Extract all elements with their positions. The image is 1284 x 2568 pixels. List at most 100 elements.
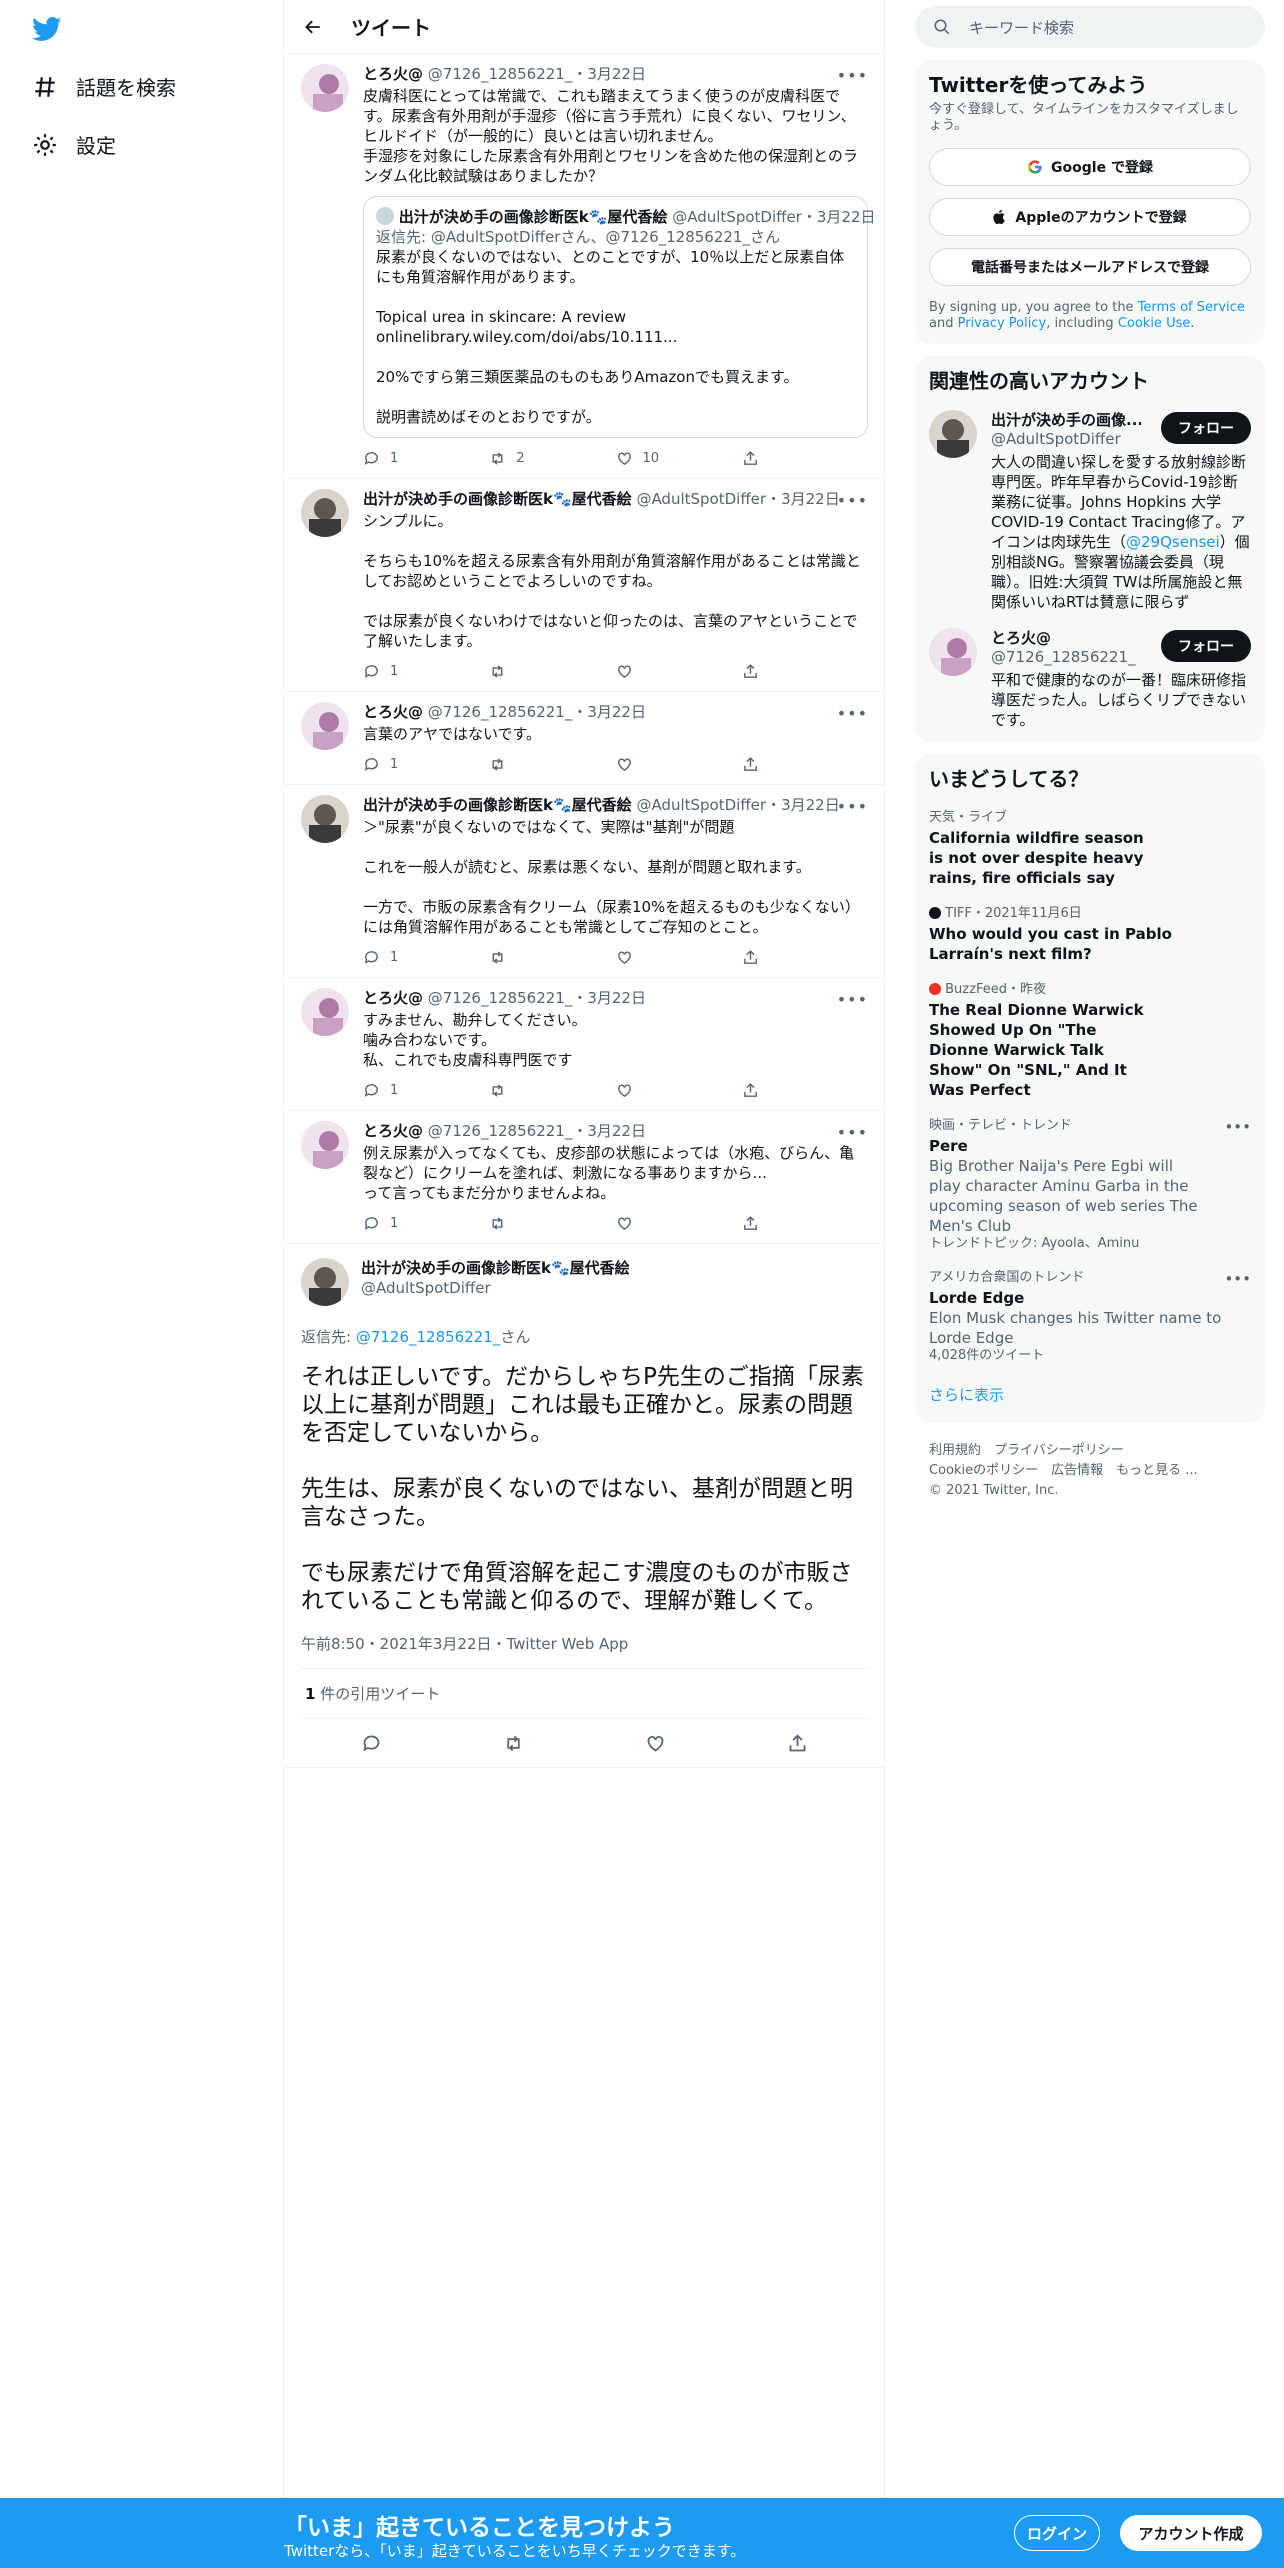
trend-item[interactable]: TIFF・2021年11月6日 Who would you cast in Pa… — [929, 906, 1251, 964]
google-signup-button[interactable]: Google で登録 — [929, 148, 1251, 186]
footer-links-1[interactable]: 利用規約 プライバシーポリシー — [929, 1441, 1265, 1461]
account-card[interactable]: 出汁が決め手の画像... @AdultSpotDiffer フォロー 大人の間違… — [929, 410, 1251, 612]
retweet-icon[interactable] — [503, 1733, 524, 1754]
tweet-date[interactable]: 3月22日 — [781, 490, 840, 508]
author-handle[interactable]: @7126_12856221_ — [428, 989, 573, 1007]
tweet[interactable]: とろ火@ @7126_12856221_・3月22日 ••• 言葉のアヤではない… — [285, 692, 884, 785]
author-name[interactable]: 出汁が決め手の画像診断医k🐾屋代香絵 — [363, 796, 632, 814]
reply-icon[interactable] — [361, 1733, 382, 1754]
like-button[interactable] — [616, 663, 742, 680]
reply-button[interactable]: 1 — [363, 756, 489, 773]
reply-button[interactable]: 1 — [363, 450, 489, 467]
trend-item[interactable]: 天気・ライブ California wildfire season is not… — [929, 810, 1251, 888]
retweet-button[interactable] — [489, 949, 615, 966]
twitter-logo-icon[interactable] — [32, 14, 62, 44]
avatar[interactable] — [301, 795, 349, 843]
follow-button[interactable]: フォロー — [1161, 412, 1251, 444]
avatar[interactable] — [301, 1121, 349, 1169]
share-button[interactable] — [742, 949, 868, 966]
share-button[interactable] — [742, 756, 868, 773]
tweet[interactable]: とろ火@ @7126_12856221_・3月22日 ••• 皮膚科医にとっては… — [285, 54, 884, 479]
reply-button[interactable]: 1 — [363, 1082, 489, 1099]
avatar[interactable] — [929, 628, 977, 676]
tweet-date[interactable]: 3月22日 — [587, 989, 646, 1007]
tweet-date[interactable]: 3月22日 — [587, 703, 646, 721]
share-icon[interactable] — [787, 1733, 808, 1754]
tweet[interactable]: とろ火@ @7126_12856221_・3月22日 ••• 例え尿素が入ってな… — [285, 1111, 884, 1244]
nav-settings[interactable]: 設定 — [32, 130, 116, 159]
like-button[interactable] — [616, 1215, 742, 1232]
author-name[interactable]: 出汁が決め手の画像診断医k🐾屋代香絵 — [361, 1258, 868, 1278]
avatar[interactable] — [301, 988, 349, 1036]
retweet-button[interactable] — [489, 1215, 615, 1232]
author-handle[interactable]: @AdultSpotDiffer — [636, 490, 766, 508]
back-arrow-icon[interactable] — [303, 17, 323, 37]
like-button[interactable] — [616, 949, 742, 966]
account-name[interactable]: 出汁が決め手の画像... — [991, 410, 1141, 430]
terms-link[interactable]: Terms of Service — [1138, 300, 1245, 315]
cookie-link[interactable]: Cookie Use — [1118, 316, 1191, 331]
avatar[interactable] — [301, 702, 349, 750]
more-icon[interactable]: ••• — [1224, 1270, 1251, 1288]
bio-mention-link[interactable]: @29Qsensei — [1126, 533, 1220, 551]
phone-email-signup-button[interactable]: 電話番号またはメールアドレスで登録 — [929, 248, 1251, 286]
share-button[interactable] — [742, 1082, 868, 1099]
more-icon[interactable]: ••• — [837, 1123, 868, 1142]
reply-button[interactable]: 1 — [363, 949, 489, 966]
avatar[interactable] — [929, 410, 977, 458]
tweet-metadata[interactable]: 午前8:50・2021年3月22日・Twitter Web App — [301, 1633, 868, 1669]
avatar[interactable] — [301, 1258, 349, 1306]
reply-button[interactable]: 1 — [363, 663, 489, 680]
author-name[interactable]: とろ火@ — [363, 1122, 423, 1140]
author-name[interactable]: 出汁が決め手の画像診断医k🐾屋代香絵 — [363, 490, 632, 508]
like-button[interactable]: 10 — [616, 450, 742, 467]
trend-item[interactable]: アメリカ合衆国のトレンド ••• Lorde Edge Elon Musk ch… — [929, 1270, 1251, 1364]
retweet-button[interactable] — [489, 756, 615, 773]
author-name[interactable]: とろ火@ — [363, 703, 423, 721]
author-name[interactable]: とろ火@ — [363, 65, 423, 83]
like-button[interactable] — [616, 1082, 742, 1099]
share-button[interactable] — [742, 1215, 868, 1232]
author-handle[interactable]: @7126_12856221_ — [428, 703, 573, 721]
footer-links-2[interactable]: Cookieのポリシー 広告情報 もっと見る ... — [929, 1461, 1265, 1481]
avatar[interactable] — [301, 64, 349, 112]
signup-button[interactable]: アカウント作成 — [1120, 2515, 1262, 2551]
show-more-link[interactable]: さらに表示 — [929, 1384, 1251, 1405]
tweet[interactable]: とろ火@ @7126_12856221_・3月22日 ••• すみません、勘弁し… — [285, 978, 884, 1111]
more-icon[interactable]: ••• — [837, 66, 868, 85]
share-button[interactable] — [742, 663, 868, 680]
more-icon[interactable]: ••• — [1224, 1118, 1251, 1136]
login-button[interactable]: ログイン — [1014, 2515, 1100, 2551]
tweet-date[interactable]: 3月22日 — [587, 1122, 646, 1140]
share-button[interactable] — [742, 450, 868, 467]
author-name[interactable]: とろ火@ — [363, 989, 423, 1007]
reply-button[interactable]: 1 — [363, 1215, 489, 1232]
heart-icon[interactable] — [645, 1733, 666, 1754]
tweet-date[interactable]: 3月22日 — [781, 796, 840, 814]
like-button[interactable] — [616, 756, 742, 773]
search-box[interactable]: キーワード検索 — [915, 6, 1265, 48]
more-icon[interactable]: ••• — [837, 491, 868, 510]
author-handle[interactable]: @AdultSpotDiffer — [361, 1278, 868, 1298]
tweet[interactable]: 出汁が決め手の画像診断医k🐾屋代香絵 @AdultSpotDiffer・3月22… — [285, 785, 884, 978]
avatar[interactable] — [301, 489, 349, 537]
reply-to-link[interactable]: @7126_12856221_ — [356, 1328, 501, 1346]
tweet[interactable]: 出汁が決め手の画像診断医k🐾屋代香絵 @AdultSpotDiffer・3月22… — [285, 479, 884, 692]
retweet-button[interactable]: 2 — [489, 450, 615, 467]
quote-tweets-count[interactable]: 1 件の引用ツイート — [301, 1669, 868, 1719]
tweet-date[interactable]: 3月22日 — [587, 65, 646, 83]
quoted-tweet[interactable]: 出汁が決め手の画像診断医k🐾屋代香絵 @AdultSpotDiffer・3月22… — [363, 196, 876, 438]
more-icon[interactable]: ••• — [837, 797, 868, 816]
author-handle[interactable]: @AdultSpotDiffer — [636, 796, 766, 814]
more-icon[interactable]: ••• — [837, 990, 868, 1009]
account-name[interactable]: とろ火@ — [991, 628, 1141, 648]
follow-button[interactable]: フォロー — [1161, 630, 1251, 662]
trend-item[interactable]: BuzzFeed・昨夜 The Real Dionne Warwick Show… — [929, 982, 1251, 1100]
author-handle[interactable]: @7126_12856221_ — [428, 65, 573, 83]
search-input[interactable]: キーワード検索 — [969, 17, 1074, 38]
author-handle[interactable]: @7126_12856221_ — [428, 1122, 573, 1140]
trend-item[interactable]: 映画・テレビ・トレンド ••• Pere Big Brother Naija's… — [929, 1118, 1251, 1252]
more-icon[interactable]: ••• — [837, 704, 868, 723]
nav-explore[interactable]: 話題を検索 — [32, 72, 176, 101]
retweet-button[interactable] — [489, 663, 615, 680]
